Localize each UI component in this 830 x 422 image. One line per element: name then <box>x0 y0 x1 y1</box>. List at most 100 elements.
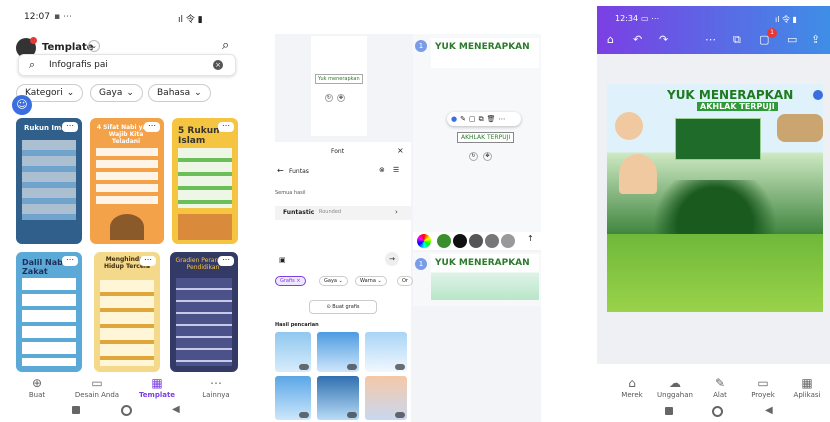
close-icon[interactable]: × <box>397 146 404 155</box>
style-icon[interactable]: ✎ <box>460 115 469 123</box>
font-search-input[interactable]: Funtas <box>289 168 309 175</box>
home-button[interactable] <box>712 406 723 417</box>
more-icon[interactable]: ⋯ <box>218 256 234 266</box>
clear-icon[interactable]: ⊗ <box>379 166 385 174</box>
chip-or[interactable]: Or <box>397 276 413 286</box>
toolbar-unggahan[interactable]: ☁ Unggahan <box>653 376 697 399</box>
poster-subtitle[interactable]: AKHLAK TERPUJI <box>697 102 778 111</box>
recents-button[interactable] <box>72 406 80 414</box>
nav-buat[interactable]: ⊕ Buat <box>24 376 50 399</box>
nav-lainnya[interactable]: ⋯ Lainnya <box>196 376 236 399</box>
canvas-page[interactable]: YUK MENERAPKAN <box>431 38 539 68</box>
back-button[interactable]: ◀ <box>765 405 773 416</box>
back-arrow-icon[interactable]: ← <box>277 166 284 175</box>
result-thumb[interactable] <box>275 376 311 420</box>
toolbar-proyek[interactable]: ▭ Proyek <box>745 376 781 399</box>
color-picker-icon[interactable] <box>417 234 431 248</box>
recents-button[interactable] <box>665 407 673 415</box>
home-icon[interactable]: ⌂ <box>607 33 614 46</box>
trash-icon[interactable]: 🗑 <box>487 115 499 123</box>
filter-icon[interactable]: ☰ <box>393 166 399 174</box>
chevron-down-icon: ⌄ <box>66 88 75 98</box>
comment-icon[interactable]: ▢ <box>469 115 479 123</box>
status-icons: ıl 令 ▮ <box>775 15 797 24</box>
color-icon[interactable]: ● <box>451 115 460 123</box>
canvas-heading[interactable]: YUK MENERAPKAN <box>435 258 530 268</box>
color-swatch[interactable] <box>453 234 467 248</box>
selected-subtitle[interactable]: AKHLAK TERPUJI <box>457 132 515 143</box>
more-icon[interactable]: ⋯ <box>218 122 234 132</box>
home-button[interactable] <box>121 405 132 416</box>
mini-canvas[interactable]: Yuk menerapkan ↻ ✥ <box>311 36 367 136</box>
editor-canvas-bottom: 1 YUK MENERAPKAN <box>413 252 541 306</box>
toolbar-merek[interactable]: ⌂ Merek <box>615 376 649 399</box>
create-graphic-button[interactable]: ⊙ Buat grafis <box>309 300 377 314</box>
chip-gaya[interactable]: Gaya ⌄ <box>319 276 348 286</box>
font-result-style: Rounded <box>319 209 342 215</box>
poster[interactable]: YUK MENERAPKAN AKHLAK TERPUJI <box>607 84 823 312</box>
layers-icon[interactable]: ⧉ <box>733 33 741 47</box>
font-result-row[interactable]: Funtastic Rounded › <box>275 206 411 220</box>
toolbar-aplikasi[interactable]: ▦ Aplikasi <box>787 376 827 399</box>
editor-canvas-top: 1 YUK MENERAPKAN ●✎▢⧉🗑⋯ AKHLAK TERPUJI ↻… <box>413 34 541 244</box>
result-thumb[interactable] <box>317 376 359 420</box>
chevron-down-icon[interactable]: ⌄ <box>88 40 100 52</box>
selected-text[interactable]: Yuk menerapkan <box>315 74 363 84</box>
more-icon[interactable]: ⋯ <box>144 122 160 132</box>
template-card[interactable]: Dalil Nabi Zakat ⋯ <box>16 252 82 372</box>
rotate-icon[interactable]: ↻ <box>325 94 333 102</box>
share-icon[interactable]: ⇪ <box>811 33 820 46</box>
back-button[interactable]: ◀ <box>172 404 180 415</box>
template-card[interactable]: Menghindari Hidup Tercela ⋯ <box>94 252 160 372</box>
more-icon[interactable]: ⋯ <box>62 256 78 266</box>
folder-icon: ▭ <box>757 376 769 390</box>
template-card[interactable]: 5 Rukun Islam ⋯ <box>172 118 238 244</box>
toolbar-alat[interactable]: ✎ Alat <box>705 376 735 399</box>
result-thumb[interactable] <box>365 332 407 372</box>
canvas-heading[interactable]: YUK MENERAPKAN <box>435 42 530 52</box>
move-icon[interactable]: ✥ <box>483 152 492 161</box>
canvas-page[interactable]: YUK MENERAPKAN <box>431 254 539 300</box>
result-thumb[interactable] <box>275 332 311 372</box>
result-thumb[interactable] <box>317 332 359 372</box>
nav-template[interactable]: ▦ Template <box>136 376 178 399</box>
more-icon[interactable]: ⋯ <box>62 122 78 132</box>
more-icon[interactable]: ⋯ <box>140 256 156 266</box>
rotate-icon[interactable]: ↻ <box>469 152 478 161</box>
present-icon[interactable]: ▭ <box>787 33 797 46</box>
chip-grafis[interactable]: Grafis × <box>275 276 306 286</box>
page-number: 1 <box>415 40 427 52</box>
color-swatch[interactable] <box>485 234 499 248</box>
template-card[interactable]: Gradien Perantara Pendidikan ⋯ <box>170 252 238 372</box>
expand-up-icon[interactable]: ↑ <box>527 234 534 243</box>
color-swatch[interactable] <box>437 234 451 248</box>
color-swatch[interactable] <box>501 234 515 248</box>
filter-bahasa[interactable]: Bahasa ⌄ <box>148 84 211 102</box>
move-icon[interactable]: ✥ <box>337 94 345 102</box>
color-swatch[interactable] <box>469 234 483 248</box>
copy-icon[interactable]: ⧉ <box>479 115 487 123</box>
poster-textbox[interactable] <box>675 118 761 160</box>
template-card[interactable]: 4 Sifat Nabi yang Wajib Kita Teladani ⋯ <box>90 118 164 244</box>
accessibility-icon[interactable]: ☺ <box>12 95 32 115</box>
clear-icon[interactable]: × <box>213 60 223 70</box>
redo-icon[interactable]: ↷ <box>659 33 668 46</box>
graphics-panel: ▣ → Grafis × Gaya ⌄ Warna ⌄ Or ⊙ Buat gr… <box>275 252 413 422</box>
nav-desain-anda[interactable]: ▭ Desain Anda <box>70 376 124 399</box>
template-card[interactable]: Rukun Iman ⋯ <box>16 118 82 244</box>
more-icon[interactable]: ⋯ <box>499 115 509 123</box>
more-icon[interactable]: ⋯ <box>705 33 716 46</box>
search-icon[interactable]: ⌕ <box>222 38 229 53</box>
filter-gaya[interactable]: Gaya ⌄ <box>90 84 143 102</box>
search-input[interactable]: ⌕ Infografis pai × <box>18 54 236 76</box>
card-content <box>176 278 232 366</box>
status-extra: ▪ ⋯ <box>54 12 72 22</box>
brand-icon: ⌂ <box>628 376 636 390</box>
poster-title[interactable]: YUK MENERAPKAN <box>667 88 793 102</box>
context-toolbar[interactable]: ●✎▢⧉🗑⋯ <box>447 112 521 126</box>
header-title[interactable]: Template <box>42 42 94 53</box>
result-thumb[interactable] <box>365 376 407 420</box>
undo-icon[interactable]: ↶ <box>633 33 642 46</box>
chip-warna[interactable]: Warna ⌄ <box>355 276 387 286</box>
forward-arrow-icon[interactable]: → <box>385 252 399 266</box>
